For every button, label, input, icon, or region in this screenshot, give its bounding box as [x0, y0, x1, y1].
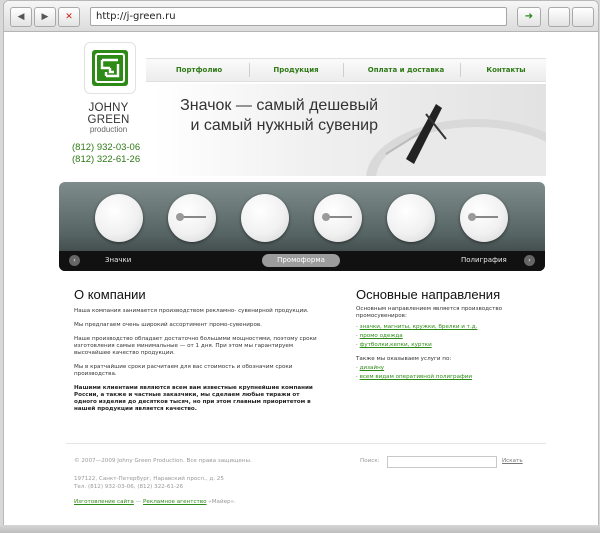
about-title: О компании: [74, 287, 146, 302]
directions-title: Основные направления: [356, 287, 501, 302]
carousel-next-button[interactable]: ›: [524, 255, 535, 266]
pin-head-icon: [468, 213, 476, 221]
menu-divider: [343, 63, 344, 77]
agency-name: «Майер».: [206, 499, 236, 505]
site-made-link[interactable]: Изготовление сайта: [74, 499, 134, 505]
carousel-label-badges[interactable]: Значки: [105, 256, 131, 264]
list-item: · промо одежда: [356, 332, 541, 341]
phone-1: (812) 932-03-06: [72, 142, 141, 153]
pin-head-icon: [322, 213, 330, 221]
about-paragraph: Наше производство обладает достаточно бо…: [74, 336, 317, 356]
about-clients-paragraph: Нашими клиентами являются всем вам извес…: [74, 385, 313, 412]
services-intro: Также мы оказываем услуги по:: [356, 356, 452, 362]
page-content: Портфолио Продукция Оплата и доставка Ко…: [4, 32, 598, 526]
hero-banner: Значок — самый дешевый и самый нужный су…: [154, 84, 546, 176]
chevron-left-icon: ‹: [73, 257, 76, 264]
menu-item-products[interactable]: Продукция: [261, 59, 331, 81]
agency-link[interactable]: Рекламное агентство: [143, 499, 207, 505]
menu-item-contacts[interactable]: Контакты: [476, 59, 536, 81]
about-text: Наша компания занимается производством р…: [74, 308, 319, 413]
footer-copyright: © 2007—2009 Johny Green Production. Все …: [74, 458, 252, 464]
carousel-badge-item[interactable]: [95, 194, 143, 242]
carousel-badge-item[interactable]: [314, 194, 362, 242]
back-button[interactable]: ◀: [10, 7, 32, 27]
menu-divider: [460, 63, 461, 77]
direction-link-badges[interactable]: значки, магниты, кружки, брелки и т.д.: [360, 324, 478, 330]
window-control-button[interactable]: [572, 7, 594, 27]
menu-divider: [249, 63, 250, 77]
phone-2: (812) 322-61-26: [72, 154, 141, 165]
about-paragraph: Наша компания занимается производством р…: [74, 308, 309, 314]
hero-line-2: и самый нужный сувенир: [190, 117, 379, 134]
badge-pin-illustration: [366, 104, 546, 176]
brand-block: JOHNY GREEN production: [66, 102, 151, 134]
footer-credits: Изготовление сайта — Рекламное агентство…: [74, 499, 236, 505]
menu-item-payment-delivery[interactable]: Оплата и доставка: [351, 59, 461, 81]
browser-toolbar: ◀ ▶ ✕ http://j-green.ru ➜: [4, 1, 598, 32]
forward-icon: ▶: [41, 12, 49, 22]
main-menu: Портфолио Продукция Оплата и доставка Ко…: [146, 58, 546, 82]
brand-tagline: production: [89, 125, 128, 134]
list-item: · дизайну: [356, 364, 541, 373]
browser-window: ◀ ▶ ✕ http://j-green.ru ➜ Портфолио Прод…: [3, 0, 599, 527]
pin-head-icon: [176, 213, 184, 221]
stop-button[interactable]: ✕: [58, 7, 80, 27]
footer-divider: [66, 443, 546, 444]
credits-dash: —: [133, 499, 144, 505]
carousel-nav-strip: ‹ Значки Промоформа Полиграфия ›: [59, 251, 545, 271]
window-control-button[interactable]: [548, 7, 570, 27]
directions-list: Основным направлением является производс…: [356, 306, 541, 382]
browser-status-bar: [0, 525, 600, 533]
hero-line-1: Значок — самый дешевый: [180, 97, 378, 114]
carousel-label-promoform[interactable]: Промоформа: [262, 254, 340, 267]
carousel-prev-button[interactable]: ‹: [69, 255, 80, 266]
carousel-badge-item[interactable]: [387, 194, 435, 242]
product-carousel: ‹ Значки Промоформа Полиграфия ›: [59, 182, 545, 271]
chevron-right-icon: ›: [528, 257, 531, 264]
jg-logo-icon: [92, 50, 128, 86]
search-label: Поиск:: [360, 458, 380, 464]
site-logo[interactable]: [84, 42, 136, 94]
screen: ◀ ▶ ✕ http://j-green.ru ➜ Портфолио Прод…: [0, 0, 600, 533]
carousel-label-polygraphy[interactable]: Полиграфия: [461, 256, 507, 264]
hero-headline: Значок — самый дешевый и самый нужный су…: [178, 96, 378, 136]
about-paragraph: Мы предлагаем очень широкий ассортимент …: [74, 322, 262, 328]
directions-intro: Основным направлением является производс…: [356, 306, 503, 319]
back-icon: ◀: [17, 12, 25, 22]
service-link-design[interactable]: дизайну: [360, 365, 385, 371]
carousel-badge-item[interactable]: [241, 194, 289, 242]
list-item: · значки, магниты, кружки, брелки и т.д.: [356, 323, 541, 332]
direction-link-promo-clothing[interactable]: промо одежда: [360, 333, 403, 339]
menu-item-portfolio[interactable]: Портфолио: [164, 59, 234, 81]
search-button[interactable]: Искать: [502, 458, 523, 464]
search-input[interactable]: [387, 456, 497, 468]
stop-icon: ✕: [65, 12, 73, 22]
carousel-badge-item[interactable]: [460, 194, 508, 242]
go-icon: ➜: [524, 11, 534, 22]
brand-name: JOHNY GREEN: [87, 102, 130, 126]
about-paragraph: Мы в кратчайшие сроки расчитаем для вас …: [74, 364, 293, 377]
footer-phones: Тел. (812) 932-03-06, (812) 322-61-26: [74, 484, 184, 490]
address-bar[interactable]: http://j-green.ru: [90, 7, 507, 26]
footer-address: 197122, Санкт-Петербург, Наравский просп…: [74, 476, 224, 482]
carousel-badge-item[interactable]: [168, 194, 216, 242]
list-item: · футболки,кепки, куртки: [356, 341, 541, 350]
service-link-polygraphy[interactable]: всем видам оперативной полиграфии: [360, 374, 472, 380]
list-item: · всем видам оперативной полиграфии: [356, 373, 541, 382]
forward-button[interactable]: ▶: [34, 7, 56, 27]
url-text: http://j-green.ru: [96, 11, 176, 22]
go-button[interactable]: ➜: [517, 7, 541, 27]
direction-link-tshirts[interactable]: футболки,кепки, куртки: [360, 342, 432, 348]
